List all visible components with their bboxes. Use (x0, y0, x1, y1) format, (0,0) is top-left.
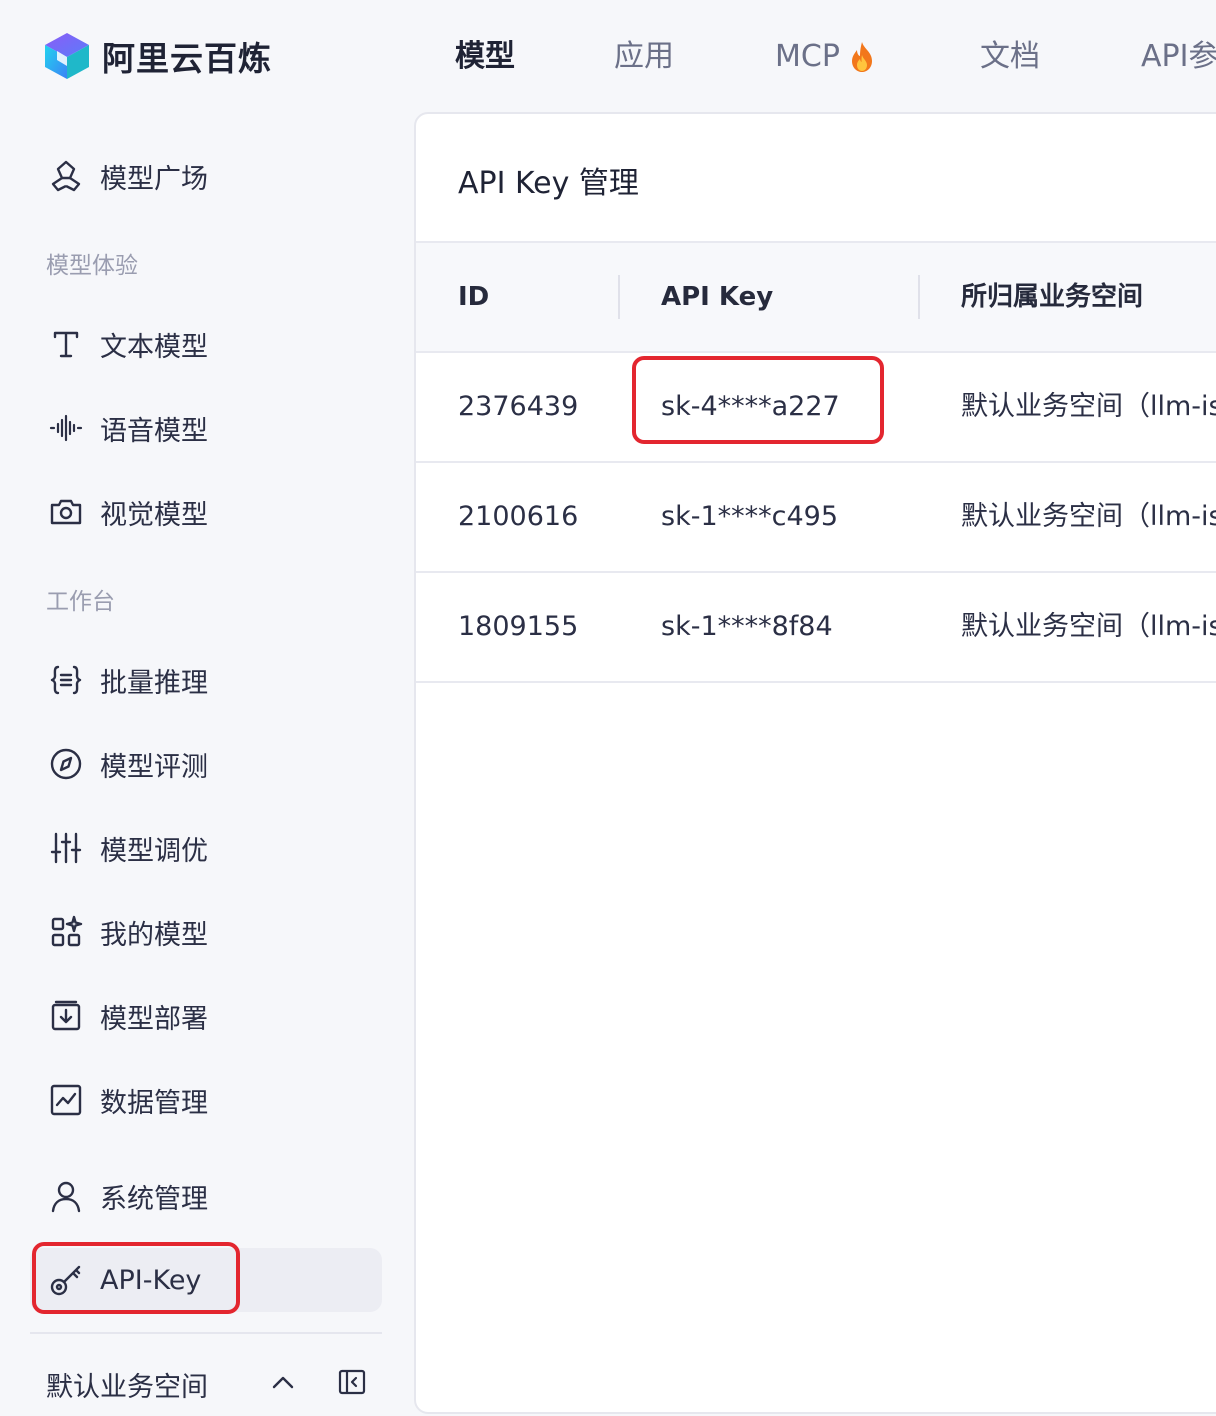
sidebar-item-label: 文本模型 (100, 331, 208, 363)
sidebar-item-label: 模型广场 (100, 163, 208, 195)
sidebar-item-label: 数据管理 (100, 1087, 208, 1119)
sidebar-item-model-evaluation[interactable]: 模型评测 (30, 732, 382, 796)
key-icon (50, 1265, 81, 1296)
compass-icon (50, 748, 82, 780)
chevron-up-icon[interactable] (268, 1368, 298, 1398)
nav-apps-label: 应用 (614, 39, 674, 74)
sidebar-item-label: 我的模型 (100, 919, 208, 951)
column-header-id: ID (458, 282, 490, 312)
column-separator (918, 275, 920, 319)
sidebar-group-workbench: 工作台 (46, 589, 115, 615)
sidebar-item-label: 语音模型 (100, 415, 208, 447)
sidebar-item-label: 批量推理 (100, 667, 208, 699)
sidebar-item-label: 模型调优 (100, 835, 208, 867)
sidebar-item-voice-models[interactable]: 语音模型 (30, 396, 382, 460)
chart-icon (50, 1084, 82, 1116)
workspace-switcher[interactable]: 默认业务空间 (46, 1362, 366, 1406)
sidebar: 模型广场 模型体验 文本模型 语音模型 视觉模型 工作台 批量推理 模型评测 模… (0, 110, 400, 1416)
cell-id: 2100616 (458, 501, 579, 532)
nav-docs[interactable]: 文档 (980, 30, 1040, 84)
nav-models-label: 模型 (455, 39, 515, 74)
nav-mcp[interactable]: MCP (775, 30, 876, 84)
text-icon (53, 331, 79, 358)
nav-mcp-label: MCP (775, 39, 840, 74)
table-row: 1809155 sk-1****8f84 默认业务空间（llm-is (416, 573, 1216, 683)
table-header: ID API Key 所归属业务空间 (416, 241, 1216, 353)
nav-docs-label: 文档 (980, 39, 1040, 74)
sidebar-item-label: 模型部署 (100, 1003, 208, 1035)
sidebar-item-api-key[interactable]: API-Key (30, 1248, 382, 1312)
camera-icon (50, 499, 82, 525)
cell-workspace: 默认业务空间（llm-is (961, 611, 1216, 642)
sidebar-item-model-plaza[interactable]: 模型广场 (30, 144, 382, 208)
top-navigation: 模型 应用 MCP 文档 API参 (0, 30, 1216, 84)
sidebar-item-label: 视觉模型 (100, 499, 208, 531)
fire-icon (851, 42, 872, 72)
user-icon (51, 1181, 81, 1213)
column-header-api-key: API Key (661, 282, 774, 312)
page-title: API Key 管理 (458, 166, 639, 201)
sidebar-divider (30, 1332, 382, 1334)
sidebar-item-label: API-Key (100, 1264, 202, 1296)
sidebar-item-vision-models[interactable]: 视觉模型 (30, 480, 382, 544)
column-separator (618, 275, 620, 319)
api-key-table: ID API Key 所归属业务空间 2376439 sk-4****a227 … (416, 241, 1216, 683)
sidebar-group-model-experience: 模型体验 (46, 253, 138, 279)
sidebar-item-batch-inference[interactable]: 批量推理 (30, 648, 382, 712)
nav-api-reference-label: API参 (1141, 39, 1216, 74)
sidebar-item-model-deployment[interactable]: 模型部署 (30, 984, 382, 1048)
grid-icon (51, 915, 83, 947)
nav-models[interactable]: 模型 (455, 30, 515, 84)
table-row: 2100616 sk-1****c495 默认业务空间（llm-is (416, 463, 1216, 573)
sidebar-item-my-models[interactable]: 我的模型 (30, 900, 382, 964)
model-plaza-icon (51, 160, 81, 192)
sidebar-item-label: 系统管理 (100, 1183, 208, 1215)
waveform-icon (49, 414, 83, 442)
braces-icon (50, 665, 82, 695)
sidebar-item-system-management[interactable]: 系统管理 (30, 1164, 382, 1228)
column-header-workspace: 所归属业务空间 (961, 282, 1144, 312)
sidebar-item-text-models[interactable]: 文本模型 (30, 312, 382, 376)
sidebar-item-model-tuning[interactable]: 模型调优 (30, 816, 382, 880)
sidebar-item-label: 模型评测 (100, 751, 208, 783)
cell-workspace: 默认业务空间（llm-is (961, 501, 1216, 532)
workspace-label: 默认业务空间 (46, 1371, 208, 1403)
nav-api-reference[interactable]: API参 (1141, 30, 1216, 84)
cell-api-key[interactable]: sk-4****a227 (661, 353, 840, 461)
table-row: 2376439 sk-4****a227 默认业务空间（llm-is (416, 353, 1216, 463)
cell-id: 1809155 (458, 611, 579, 642)
sidebar-item-data-management[interactable]: 数据管理 (30, 1068, 382, 1132)
nav-apps[interactable]: 应用 (614, 30, 674, 84)
cell-api-key[interactable]: sk-1****c495 (661, 463, 838, 571)
cell-api-key[interactable]: sk-1****8f84 (661, 573, 833, 681)
collapse-sidebar-icon[interactable] (336, 1366, 368, 1398)
cell-id: 2376439 (458, 391, 579, 422)
sliders-icon (50, 832, 82, 864)
api-key-management-card: API Key 管理 ID API Key 所归属业务空间 2376439 sk… (414, 112, 1216, 1414)
deploy-icon (51, 1000, 81, 1031)
cell-workspace: 默认业务空间（llm-is (961, 391, 1216, 422)
